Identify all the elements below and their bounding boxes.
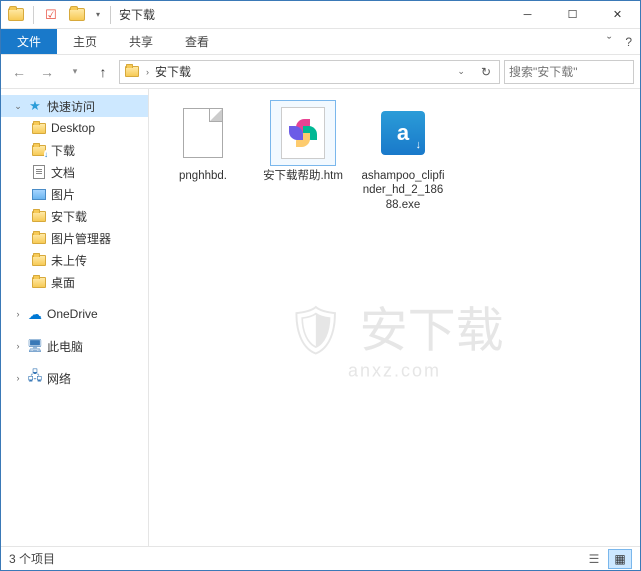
sidebar-item-label: 桌面 (51, 274, 75, 291)
recent-dropdown-icon[interactable]: ▾ (63, 60, 87, 84)
title-bar: ☑ ▾ 安下载 ─ ☐ ✕ (1, 1, 640, 29)
sidebar-item-label: 图片管理器 (51, 230, 111, 247)
sidebar-item-pictures[interactable]: 图片 (1, 183, 148, 205)
file-item[interactable]: a↓ ashampoo_clipfinder_hd_2_18688.exe (361, 101, 445, 212)
caret-right-icon[interactable]: › (13, 373, 23, 383)
sidebar-item-label: 图片 (51, 186, 75, 203)
qat-dropdown-icon[interactable]: ▾ (92, 10, 104, 19)
ribbon-tabs: 文件 主页 共享 查看 ˇ ? (1, 29, 640, 55)
refresh-icon[interactable]: ↻ (477, 65, 495, 79)
breadcrumb[interactable]: 安下载 (155, 63, 191, 80)
close-button[interactable]: ✕ (595, 1, 640, 29)
watermark: 🛡 安下载 anxz.com (285, 290, 503, 381)
sidebar-item-label: 文档 (51, 164, 75, 181)
sidebar-item-label: 网络 (47, 370, 71, 387)
file-name: pnghhbd. (179, 169, 227, 183)
forward-button[interactable]: → (35, 60, 59, 84)
tab-view[interactable]: 查看 (169, 29, 225, 54)
sidebar-this-pc[interactable]: › 🖥 此电脑 (1, 335, 148, 357)
onedrive-icon: ☁ (27, 306, 43, 322)
sidebar-quick-access[interactable]: ⌄ ★ 快速访问 (1, 95, 148, 117)
ribbon-collapse-icon[interactable]: ˇ (607, 34, 611, 49)
minimize-button[interactable]: ─ (505, 1, 550, 29)
quick-access-toolbar: ☑ ▾ (1, 4, 104, 26)
window-title: 安下载 (117, 6, 505, 23)
sidebar-item-label: 此电脑 (47, 338, 83, 355)
sidebar-item-picture-manager[interactable]: 图片管理器 (1, 227, 148, 249)
sidebar-item-label: Desktop (51, 121, 95, 135)
sidebar-item-downloads[interactable]: ↓ 下载 (1, 139, 148, 161)
details-view-button[interactable]: ☰ (582, 549, 606, 569)
file-item[interactable]: 安下载帮助.htm (261, 101, 345, 183)
search-input[interactable] (505, 65, 641, 79)
file-name: 安下载帮助.htm (263, 169, 343, 183)
sidebar-item-anxiazai[interactable]: 安下载 (1, 205, 148, 227)
sidebar-network[interactable]: › 🖧 网络 (1, 367, 148, 389)
sidebar-item-label: OneDrive (47, 307, 98, 321)
file-name: ashampoo_clipfinder_hd_2_18688.exe (361, 169, 445, 212)
sidebar-item-label: 快速访问 (47, 98, 95, 115)
new-folder-icon[interactable] (66, 4, 88, 26)
quick-access-icon: ★ (27, 98, 43, 114)
exe-icon: a↓ (381, 111, 425, 155)
navigation-pane: ⌄ ★ 快速访问 Desktop ↓ 下载 文档 图片 安下载 图片管理器 (1, 89, 149, 546)
address-dropdown-icon[interactable]: ⌄ (451, 66, 471, 77)
htm-icon (281, 107, 325, 159)
sidebar-item-not-uploaded[interactable]: 未上传 (1, 249, 148, 271)
navigation-bar: ← → ▾ ↑ › 安下载 ⌄ ↻ 🔍 (1, 55, 640, 89)
address-bar[interactable]: › 安下载 ⌄ ↻ (119, 60, 500, 84)
sidebar-item-label: 安下载 (51, 208, 87, 225)
sidebar-item-documents[interactable]: 文档 (1, 161, 148, 183)
up-button[interactable]: ↑ (91, 60, 115, 84)
maximize-button[interactable]: ☐ (550, 1, 595, 29)
back-button[interactable]: ← (7, 60, 31, 84)
caret-down-icon[interactable]: ⌄ (13, 101, 23, 112)
document-icon (183, 108, 223, 158)
status-bar: 3 个项目 ☰ ▦ (1, 546, 640, 570)
app-icon[interactable] (5, 4, 27, 26)
pc-icon: 🖥 (27, 338, 43, 354)
file-list[interactable]: 🛡 安下载 anxz.com pnghhbd. 安下载帮助.htm a↓ ash… (149, 89, 640, 546)
sidebar-item-desktop[interactable]: Desktop (1, 117, 148, 139)
caret-right-icon[interactable]: › (13, 309, 23, 319)
tab-home[interactable]: 主页 (57, 29, 113, 54)
tab-file[interactable]: 文件 (1, 29, 57, 54)
caret-right-icon[interactable]: › (13, 341, 23, 351)
search-box[interactable]: 🔍 (504, 60, 634, 84)
sidebar-item-label: 下载 (51, 142, 75, 159)
chevron-right-icon[interactable]: › (146, 67, 149, 77)
network-icon: 🖧 (27, 370, 43, 386)
file-item[interactable]: pnghhbd. (161, 101, 245, 183)
sidebar-item-desktop2[interactable]: 桌面 (1, 271, 148, 293)
item-count: 3 个项目 (9, 550, 55, 567)
tab-share[interactable]: 共享 (113, 29, 169, 54)
sidebar-onedrive[interactable]: › ☁ OneDrive (1, 303, 148, 325)
sidebar-item-label: 未上传 (51, 252, 87, 269)
help-icon[interactable]: ? (625, 35, 632, 49)
properties-icon[interactable]: ☑ (40, 4, 62, 26)
icons-view-button[interactable]: ▦ (608, 549, 632, 569)
